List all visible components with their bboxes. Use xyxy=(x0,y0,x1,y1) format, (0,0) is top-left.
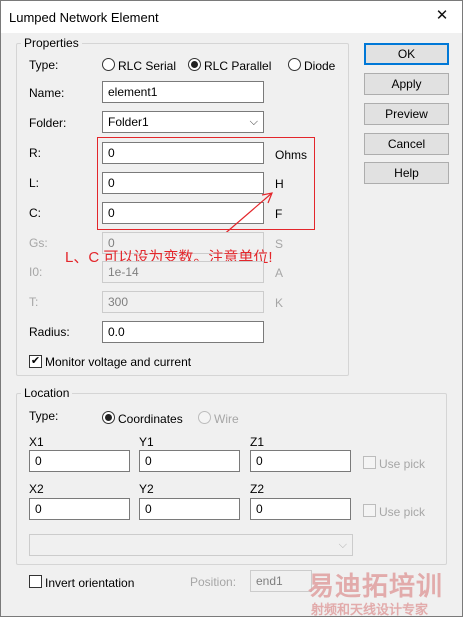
watermark-line-1: 易迪拓培训 xyxy=(308,571,444,601)
folder-select-value: Folder1 xyxy=(108,115,149,129)
location-group-title: Location xyxy=(21,386,73,400)
r-label: R: xyxy=(29,146,41,160)
coordinates-label[interactable]: Coordinates xyxy=(118,412,183,426)
t-unit: K xyxy=(275,296,284,310)
x2-label: X2 xyxy=(29,482,44,496)
y2-input[interactable]: 0 xyxy=(139,498,240,520)
z2-label: Z2 xyxy=(250,482,265,496)
y2-label: Y2 xyxy=(139,482,154,496)
radio-rlc-parallel[interactable] xyxy=(188,58,201,71)
cancel-button[interactable]: Cancel xyxy=(364,133,449,155)
name-label: Name: xyxy=(29,86,65,100)
i0-input: 1e-14 xyxy=(102,261,264,283)
properties-group-title: Properties xyxy=(21,36,82,50)
watermark-line-2: 射频和天线设计专家 xyxy=(311,602,429,617)
use-pick-2-checkbox xyxy=(363,504,376,517)
x2-input[interactable]: 0 xyxy=(29,498,130,520)
i0-label: I0: xyxy=(29,265,43,279)
lumped-network-element-dialog: Lumped Network Element ✕ Properties Type… xyxy=(0,0,463,617)
position-label: Position: xyxy=(190,575,237,589)
z1-input[interactable]: 0 xyxy=(250,450,351,472)
c-label: C: xyxy=(29,206,41,220)
diode-label[interactable]: Diode xyxy=(304,59,335,73)
rlc-parallel-label[interactable]: RLC Parallel xyxy=(204,59,271,73)
use-pick-1-checkbox xyxy=(363,456,376,469)
radius-input[interactable]: 0.0 xyxy=(102,321,264,343)
radio-wire xyxy=(198,411,211,424)
t-label: T: xyxy=(29,295,39,309)
gs-unit: S xyxy=(275,237,284,251)
radio-coordinates[interactable] xyxy=(102,411,115,424)
use-pick-2-label: Use pick xyxy=(379,505,426,519)
l-label: L: xyxy=(29,176,40,190)
i0-unit: A xyxy=(275,266,284,280)
help-button[interactable]: Help xyxy=(364,162,449,184)
folder-select[interactable]: Folder1 ⌵ xyxy=(102,111,264,133)
title-bar: Lumped Network Element ✕ xyxy=(1,1,462,33)
location-type-label: Type: xyxy=(29,409,59,423)
invert-orientation-checkbox[interactable] xyxy=(29,575,42,588)
rlc-serial-label[interactable]: RLC Serial xyxy=(118,59,176,73)
radius-label: Radius: xyxy=(29,325,70,339)
close-icon[interactable]: ✕ xyxy=(428,5,456,29)
type-label: Type: xyxy=(29,58,59,72)
use-pick-1-label: Use pick xyxy=(379,457,426,471)
x1-label: X1 xyxy=(29,435,44,449)
z2-input[interactable]: 0 xyxy=(250,498,351,520)
ok-button[interactable]: OK xyxy=(364,43,449,65)
preview-button[interactable]: Preview xyxy=(364,103,449,125)
radio-rlc-serial[interactable] xyxy=(102,58,115,71)
window-title: Lumped Network Element xyxy=(9,10,159,25)
name-input[interactable]: element1 xyxy=(102,81,264,103)
t-input: 300 xyxy=(102,291,264,313)
monitor-label[interactable]: Monitor voltage and current xyxy=(45,355,191,369)
y1-label: Y1 xyxy=(139,435,154,449)
apply-button[interactable]: Apply xyxy=(364,73,449,95)
gs-label: Gs: xyxy=(29,236,48,250)
folder-label: Folder: xyxy=(29,116,67,130)
location-dropdown: ⌵ xyxy=(29,534,353,556)
chevron-down-icon: ⌵ xyxy=(338,539,347,551)
y1-input[interactable]: 0 xyxy=(139,450,240,472)
invert-orientation-label[interactable]: Invert orientation xyxy=(45,576,134,590)
position-input: end1 xyxy=(250,570,312,592)
z1-label: Z1 xyxy=(250,435,265,449)
radio-diode[interactable] xyxy=(288,58,301,71)
monitor-checkbox[interactable]: ✔ xyxy=(29,355,42,368)
x1-input[interactable]: 0 xyxy=(29,450,130,472)
wire-label: Wire xyxy=(214,412,239,426)
chevron-down-icon: ⌵ xyxy=(249,116,258,128)
